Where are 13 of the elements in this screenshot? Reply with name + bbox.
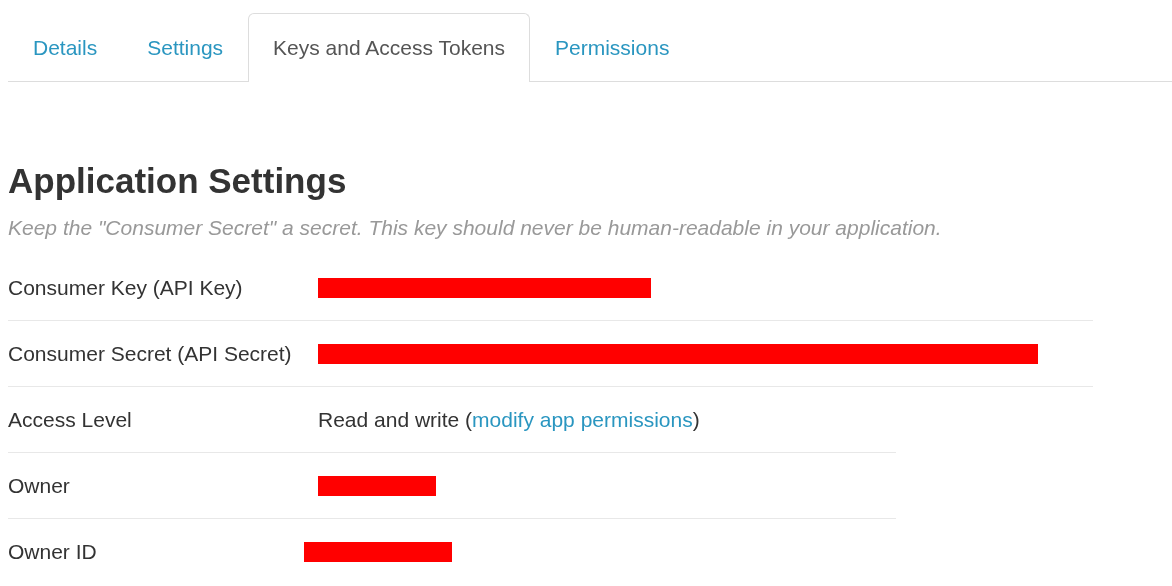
section-heading: Application Settings: [8, 159, 348, 202]
field-label: Owner ID: [8, 539, 98, 566]
tab[interactable]: Permissions: [530, 13, 695, 82]
permissions-link[interactable]: modify app permissions: [472, 407, 693, 431]
field-label: Consumer Key (API Key): [8, 274, 244, 301]
field-label: Consumer Secret (API Secret): [8, 340, 293, 367]
tab[interactable]: Settings: [122, 13, 249, 82]
field-label: Access Level: [8, 406, 133, 433]
tab[interactable]: Details: [8, 13, 123, 82]
field-label: Owner: [8, 472, 71, 499]
tab[interactable]: Keys and Access Tokens: [248, 13, 530, 82]
field-value: Read and write (modify app permissions): [318, 406, 700, 433]
warning-note: Keep the "Consumer Secret" a secret. This key should never be human-readable in your application.: [8, 214, 943, 241]
